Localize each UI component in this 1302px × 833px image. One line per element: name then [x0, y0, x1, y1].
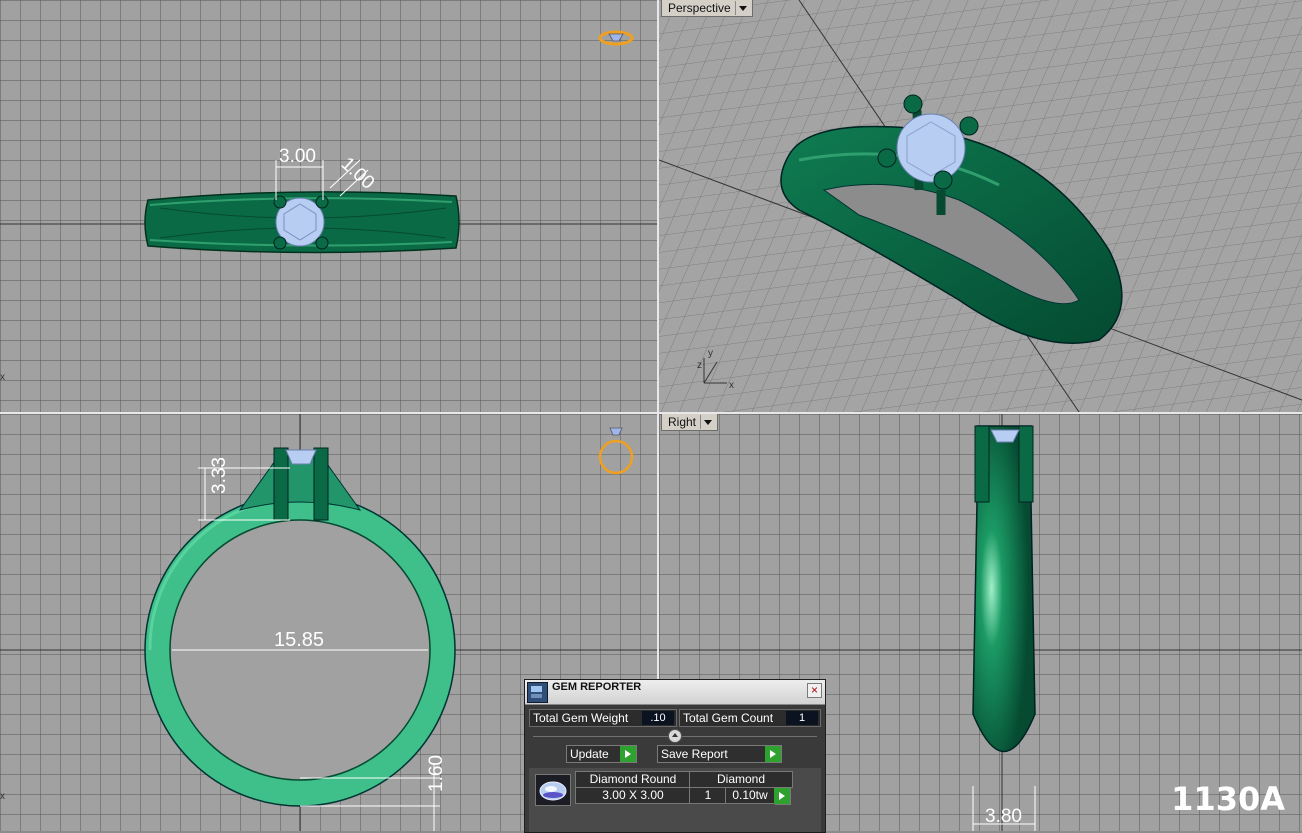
save-report-button[interactable]: Save Report — [657, 745, 782, 763]
dim-band-width: 3.80 — [985, 806, 1022, 827]
svg-text:x: x — [729, 380, 734, 391]
ring-icon-top[interactable] — [598, 30, 634, 46]
svg-text:x: x — [0, 372, 5, 383]
viewport-perspective[interactable]: x z y Perspective — [659, 0, 1302, 412]
svg-text:y: y — [708, 348, 713, 359]
gem-reporter-title: GEM REPORTER — [552, 681, 642, 693]
dim-shank-thickness: 1.60 — [426, 755, 447, 792]
viewport-top[interactable]: x 3.00 1.00 — [0, 0, 657, 412]
gem-shape-header: Diamond Round — [575, 771, 691, 788]
gem-material-header: Diamond — [689, 771, 793, 788]
gem-weight-cell: 0.10tw — [725, 787, 775, 804]
total-gem-count-field: Total Gem Count 1 — [679, 709, 821, 727]
gem-count-cell: 1 — [689, 787, 727, 804]
gem-list: Diamond Round Diamond 3.00 X 3.00 1 0.10… — [529, 768, 821, 832]
ring-icon-front[interactable] — [598, 427, 634, 475]
gem-thumbnail[interactable] — [535, 774, 571, 806]
play-arrow-icon[interactable] — [774, 788, 790, 804]
viewport-divider-horizontal[interactable] — [0, 412, 1302, 414]
dim-gem-depth: 1.00 — [337, 153, 379, 193]
update-button-label: Update — [570, 747, 609, 761]
svg-text:z: z — [697, 360, 702, 371]
dim-inner-diameter: 15.85 — [274, 629, 324, 651]
perspective-drawing: x z y — [659, 0, 1302, 412]
total-gem-count-value: 1 — [786, 711, 818, 725]
gem-reporter-titlebar[interactable]: GEM REPORTER × — [525, 680, 825, 705]
viewport-tab-right[interactable]: Right — [661, 414, 719, 431]
chevron-down-icon[interactable] — [734, 1, 748, 15]
play-arrow-icon[interactable] — [765, 746, 781, 762]
top-view-drawing: x 3.00 1.00 — [0, 30, 657, 383]
chevron-down-icon[interactable] — [700, 415, 713, 429]
svg-text:x: x — [0, 791, 5, 802]
collapse-toggle-icon[interactable] — [668, 729, 682, 743]
dim-head-height: 3.33 — [209, 457, 230, 494]
total-gem-weight-label: Total Gem Weight — [533, 711, 629, 725]
viewport-label-right: Right — [668, 415, 697, 429]
update-button[interactable]: Update — [566, 745, 637, 763]
viewport-tab-perspective[interactable]: Perspective — [661, 0, 753, 17]
total-gem-weight-value: .10 — [642, 711, 674, 725]
model-code-label: 1130A — [1171, 780, 1285, 818]
dim-gem-width: 3.00 — [279, 146, 316, 167]
viewport-label-perspective: Perspective — [668, 1, 731, 15]
gem-reporter-logo-icon — [527, 682, 548, 703]
close-icon[interactable]: × — [807, 683, 822, 698]
total-gem-count-label: Total Gem Count — [683, 711, 774, 725]
save-report-button-label: Save Report — [661, 747, 728, 761]
ring-front-view — [144, 447, 456, 807]
gem-size-cell: 3.00 X 3.00 — [575, 787, 691, 804]
play-arrow-icon[interactable] — [620, 746, 636, 762]
gem-top-view — [273, 195, 329, 250]
ring-side-view — [972, 425, 1036, 753]
gem-reporter-panel[interactable]: GEM REPORTER × Total Gem Weight .10 Tota… — [524, 679, 826, 833]
total-gem-weight-field: Total Gem Weight .10 — [529, 709, 677, 727]
gem-row-go-button[interactable] — [774, 787, 791, 805]
